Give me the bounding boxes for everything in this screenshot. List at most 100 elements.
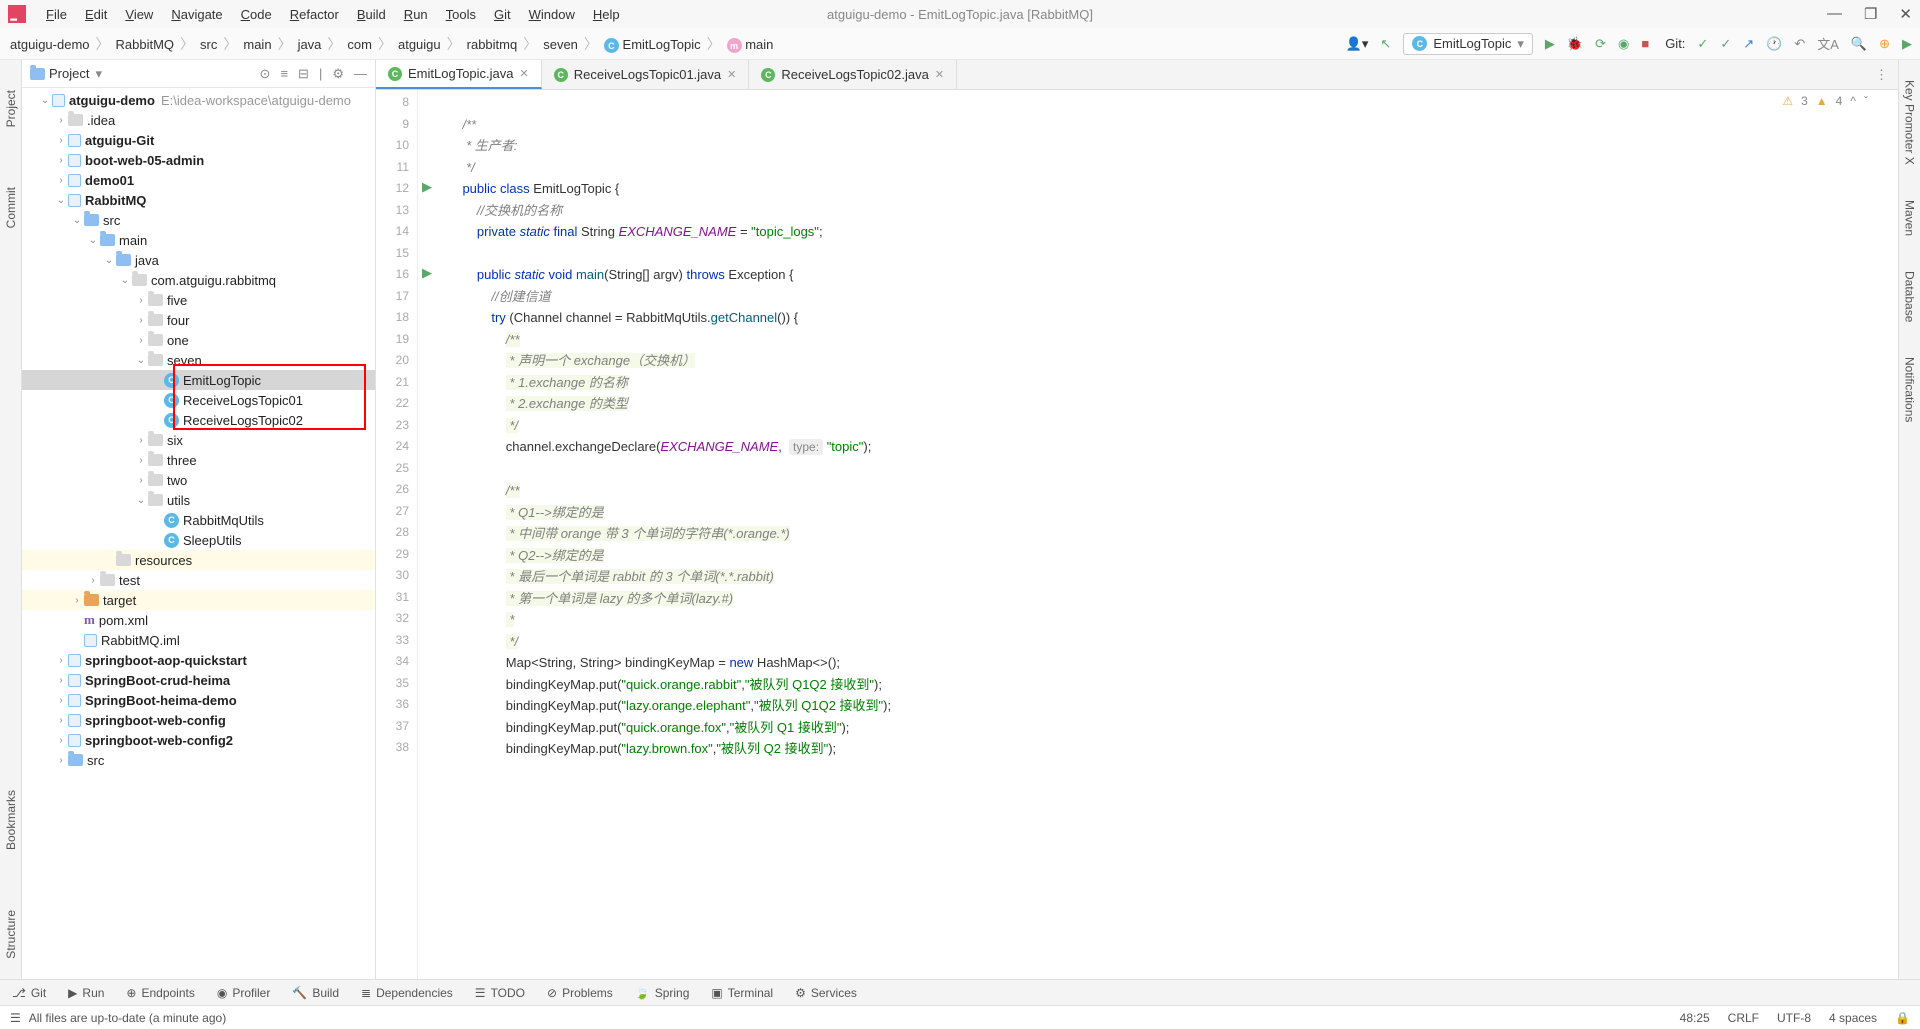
tree-row[interactable]: CEmitLogTopic <box>22 370 375 390</box>
tree-row[interactable]: resources <box>22 550 375 570</box>
breadcrumb-item[interactable]: rabbitmq <box>465 37 520 52</box>
select-opened-icon[interactable]: ⊙ <box>260 66 271 82</box>
maximize-button[interactable]: ❐ <box>1864 5 1877 23</box>
menu-help[interactable]: Help <box>587 5 626 24</box>
breadcrumb-item[interactable]: atguigu <box>396 37 443 52</box>
line-separator[interactable]: CRLF <box>1728 1011 1759 1025</box>
breadcrumb-item[interactable]: src <box>198 37 219 52</box>
menu-tools[interactable]: Tools <box>440 5 482 24</box>
bottom-tool-terminal[interactable]: ▣Terminal <box>711 986 773 1000</box>
vcs-push-icon[interactable]: ↗ <box>1743 36 1754 52</box>
tree-row[interactable]: ⌄seven <box>22 350 375 370</box>
indent-info[interactable]: 4 spaces <box>1829 1011 1877 1025</box>
tree-row[interactable]: ⌄com.atguigu.rabbitmq <box>22 270 375 290</box>
right-strip-keypromoter[interactable]: Key Promoter X <box>1903 80 1917 165</box>
menu-git[interactable]: Git <box>488 5 517 24</box>
cursor-position[interactable]: 48:25 <box>1680 1011 1710 1025</box>
run-button[interactable]: ▶ <box>1545 36 1555 52</box>
code-content[interactable]: /** * 生产者: */ public class EmitLogTopic … <box>436 90 1898 979</box>
tree-row[interactable]: ›test <box>22 570 375 590</box>
menu-run[interactable]: Run <box>398 5 434 24</box>
settings-icon[interactable]: ⚙ <box>332 66 344 82</box>
breadcrumb-item[interactable]: RabbitMQ <box>114 37 177 52</box>
tree-row[interactable]: ›boot-web-05-admin <box>22 150 375 170</box>
tree-row[interactable]: ›SpringBoot-crud-heima <box>22 670 375 690</box>
right-strip-database[interactable]: Database <box>1903 271 1917 322</box>
tree-row[interactable]: ⌄utils <box>22 490 375 510</box>
editor-tab[interactable]: CReceiveLogsTopic02.java✕ <box>749 60 957 89</box>
ide-updates-icon[interactable]: ⊕ <box>1879 36 1890 52</box>
tree-row[interactable]: ⌄main <box>22 230 375 250</box>
bottom-tool-spring[interactable]: 🍃Spring <box>635 986 690 1000</box>
right-strip-notifications[interactable]: Notifications <box>1903 357 1917 422</box>
menu-file[interactable]: File <box>40 5 73 24</box>
user-icon[interactable]: 👤▾ <box>1346 36 1369 52</box>
menu-build[interactable]: Build <box>351 5 392 24</box>
menu-edit[interactable]: Edit <box>79 5 113 24</box>
collapse-all-icon[interactable]: ⊟ <box>298 66 309 82</box>
profiler-button[interactable]: ◉ <box>1618 36 1629 52</box>
bottom-tool-profiler[interactable]: ◉Profiler <box>217 986 271 1000</box>
vcs-commit-icon[interactable]: ✓ <box>1720 36 1731 52</box>
search-icon[interactable]: 🔍 <box>1851 36 1867 52</box>
tree-row[interactable]: ›SpringBoot-heima-demo <box>22 690 375 710</box>
tree-row[interactable]: CRabbitMqUtils <box>22 510 375 530</box>
coverage-button[interactable]: ⟳ <box>1595 36 1606 52</box>
editor-tab[interactable]: CEmitLogTopic.java✕ <box>376 60 542 89</box>
tree-row[interactable]: CReceiveLogsTopic01 <box>22 390 375 410</box>
bottom-tool-run[interactable]: ▶Run <box>68 986 104 1000</box>
readonly-lock-icon[interactable]: 🔒 <box>1895 1011 1910 1025</box>
tabs-more-icon[interactable]: ⋮ <box>1865 67 1898 83</box>
bottom-tool-dependencies[interactable]: ≣Dependencies <box>361 986 453 1000</box>
left-strip-structure[interactable]: Structure <box>4 910 18 959</box>
menu-navigate[interactable]: Navigate <box>165 5 228 24</box>
breadcrumb-item[interactable]: atguigu-demo <box>8 37 92 52</box>
bottom-tool-endpoints[interactable]: ⊕Endpoints <box>126 986 194 1000</box>
tree-row[interactable]: ›two <box>22 470 375 490</box>
gutter-run-icon[interactable]: ▶ <box>418 176 436 198</box>
tree-row[interactable]: mpom.xml <box>22 610 375 630</box>
tree-row[interactable]: ›target <box>22 590 375 610</box>
tree-row[interactable]: ⌄java <box>22 250 375 270</box>
tree-row[interactable]: CReceiveLogsTopic02 <box>22 410 375 430</box>
menu-window[interactable]: Window <box>523 5 581 24</box>
tree-row[interactable]: ›springboot-aop-quickstart <box>22 650 375 670</box>
vcs-history-icon[interactable]: 🕐 <box>1766 36 1782 52</box>
left-strip-commit[interactable]: Commit <box>4 187 18 228</box>
tree-row[interactable]: RabbitMQ.iml <box>22 630 375 650</box>
tab-close-icon[interactable]: ✕ <box>727 68 736 81</box>
left-strip-project[interactable]: Project <box>4 90 18 127</box>
menu-refactor[interactable]: Refactor <box>284 5 345 24</box>
breadcrumb-item[interactable]: seven <box>541 37 580 52</box>
code-editor[interactable]: 8910111213141516171819202122232425262728… <box>376 90 1898 979</box>
tab-close-icon[interactable]: ✕ <box>520 67 529 80</box>
tree-row[interactable]: CSleepUtils <box>22 530 375 550</box>
run-config-selector[interactable]: C EmitLogTopic ▾ <box>1403 33 1533 55</box>
bottom-tool-problems[interactable]: ⊘Problems <box>547 986 613 1000</box>
bottom-tool-services[interactable]: ⚙Services <box>795 986 857 1000</box>
tree-row[interactable]: ⌄atguigu-demoE:\idea-workspace\atguigu-d… <box>22 90 375 110</box>
tree-row[interactable]: ›atguigu-Git <box>22 130 375 150</box>
run-anything-icon[interactable]: ▶ <box>1902 36 1912 52</box>
minimize-button[interactable]: — <box>1827 5 1842 23</box>
breadcrumb-item[interactable]: m main <box>725 37 776 52</box>
bottom-tool-build[interactable]: 🔨Build <box>292 986 339 1000</box>
close-button[interactable]: ✕ <box>1899 5 1912 23</box>
tree-row[interactable]: ⌄src <box>22 210 375 230</box>
vcs-update-icon[interactable]: ✓ <box>1697 36 1708 52</box>
inspection-badge[interactable]: ⚠3 ▲4 ^ˇ <box>1782 94 1868 108</box>
breadcrumb-item[interactable]: java <box>296 37 324 52</box>
tree-row[interactable]: ›three <box>22 450 375 470</box>
bottom-tool-todo[interactable]: ☰TODO <box>475 986 525 1000</box>
tree-row[interactable]: ›springboot-web-config <box>22 710 375 730</box>
vcs-rollback-icon[interactable]: ↶ <box>1794 36 1805 52</box>
tree-row[interactable]: ›demo01 <box>22 170 375 190</box>
tree-row[interactable]: ›springboot-web-config2 <box>22 730 375 750</box>
tree-row[interactable]: ›.idea <box>22 110 375 130</box>
hammer-icon[interactable]: ↖ <box>1380 36 1391 52</box>
translate-icon[interactable]: 文A <box>1817 34 1839 53</box>
menu-view[interactable]: View <box>119 5 159 24</box>
tab-close-icon[interactable]: ✕ <box>935 68 944 81</box>
breadcrumb-item[interactable]: com <box>345 37 374 52</box>
tree-row[interactable]: ⌄RabbitMQ <box>22 190 375 210</box>
